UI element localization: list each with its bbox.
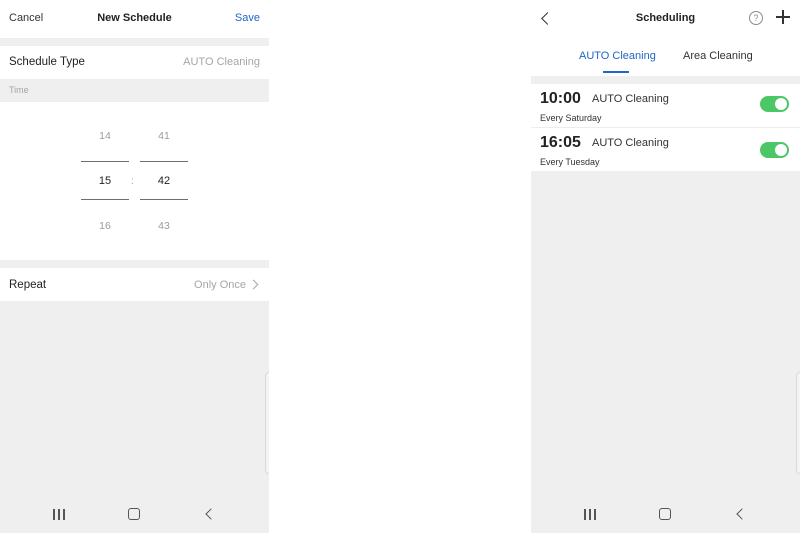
minute-selected[interactable]: 42 xyxy=(140,175,188,187)
schedule-toggle[interactable] xyxy=(760,142,789,158)
minute-option[interactable]: 43 xyxy=(140,220,188,232)
schedule-type: AUTO Cleaning xyxy=(592,137,669,149)
hour-option[interactable]: 16 xyxy=(81,220,129,232)
schedule-repeat: Every Tuesday xyxy=(540,157,600,167)
schedule-type-label: Schedule Type xyxy=(9,56,85,68)
schedule-type-row[interactable]: Schedule Type AUTO Cleaning xyxy=(0,46,269,79)
schedule-time: 10:00 xyxy=(540,90,581,107)
hour-option[interactable]: 14 xyxy=(81,130,129,142)
time-separator: : xyxy=(131,176,134,187)
hour-selection-line-bottom xyxy=(81,199,129,200)
time-picker: 14 15 16 : 41 42 43 xyxy=(0,102,269,260)
tab-auto-cleaning[interactable]: AUTO Cleaning xyxy=(579,50,656,62)
home-icon[interactable] xyxy=(659,508,671,520)
schedule-time: 16:05 xyxy=(540,134,581,151)
back-icon[interactable] xyxy=(736,508,748,520)
schedule-item[interactable]: 10:00 AUTO Cleaning Every Saturday xyxy=(531,84,800,127)
save-button[interactable]: Save xyxy=(235,12,260,24)
time-section-header: Time xyxy=(0,79,269,102)
scheduling-screen: Scheduling ? AUTO Cleaning Area Cleaning… xyxy=(531,0,800,533)
time-section-label: Time xyxy=(9,85,29,95)
minute-option[interactable]: 41 xyxy=(140,130,188,142)
page-title: New Schedule xyxy=(97,12,172,24)
repeat-row[interactable]: Repeat Only Once xyxy=(0,268,269,301)
chevron-right-icon xyxy=(248,279,259,290)
active-tab-indicator xyxy=(603,71,629,73)
schedule-type: AUTO Cleaning xyxy=(592,93,669,105)
schedule-toggle[interactable] xyxy=(760,96,789,112)
home-icon[interactable] xyxy=(128,508,140,520)
edge-panel-handle[interactable] xyxy=(796,372,800,474)
system-nav-bar xyxy=(531,497,800,533)
recent-apps-icon[interactable] xyxy=(584,509,597,520)
back-icon[interactable] xyxy=(205,508,217,520)
schedule-item[interactable]: 16:05 AUTO Cleaning Every Tuesday xyxy=(531,128,800,171)
header: Scheduling ? AUTO Cleaning Area Cleaning xyxy=(531,0,800,76)
hour-selected[interactable]: 15 xyxy=(81,175,129,187)
schedule-type-value: AUTO Cleaning xyxy=(183,56,260,68)
schedule-repeat: Every Saturday xyxy=(540,113,602,123)
add-icon[interactable] xyxy=(776,10,790,24)
system-nav-bar xyxy=(0,497,269,533)
hour-selection-line-top xyxy=(81,161,129,162)
minute-selection-line-bottom xyxy=(140,199,188,200)
help-icon[interactable]: ? xyxy=(749,11,763,25)
repeat-value: Only Once xyxy=(194,279,246,291)
recent-apps-icon[interactable] xyxy=(53,509,66,520)
repeat-label: Repeat xyxy=(9,279,47,291)
tab-area-cleaning[interactable]: Area Cleaning xyxy=(683,50,753,62)
header: Cancel New Schedule Save xyxy=(0,0,269,38)
edge-panel-handle[interactable] xyxy=(265,372,269,474)
new-schedule-screen: Cancel New Schedule Save Schedule Type A… xyxy=(0,0,269,533)
minute-selection-line-top xyxy=(140,161,188,162)
